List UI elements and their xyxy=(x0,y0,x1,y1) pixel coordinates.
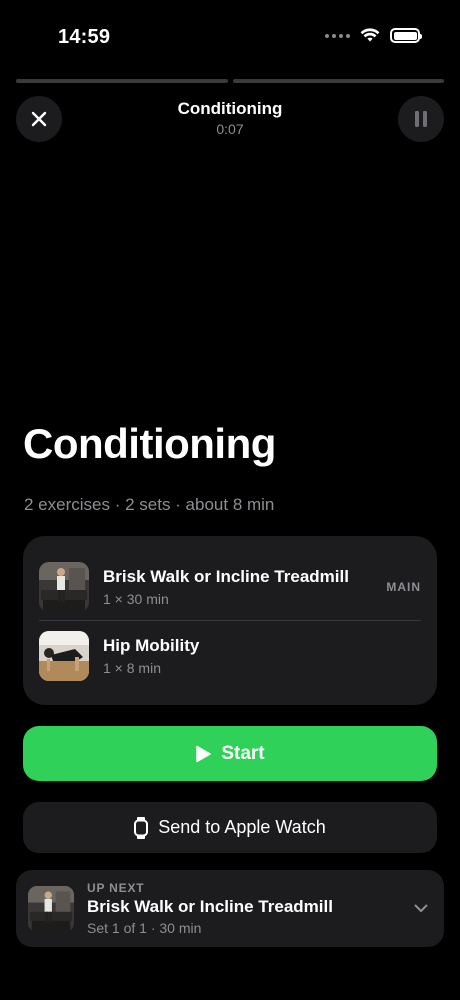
send-to-watch-button[interactable]: Send to Apple Watch xyxy=(23,802,437,853)
progress-segment xyxy=(232,79,444,83)
up-next-exercise-name: Brisk Walk or Incline Treadmill xyxy=(87,897,333,916)
workout-summary: 2 exercises · 2 sets · about 8 min xyxy=(24,495,275,514)
exercise-thumbnail xyxy=(39,562,89,612)
up-next-detail: Set 1 of 1 · 30 min xyxy=(87,920,202,936)
exercise-name: Hip Mobility xyxy=(103,636,200,655)
header-title: Conditioning xyxy=(177,99,283,118)
close-icon xyxy=(31,111,47,127)
start-label: Start xyxy=(221,742,265,764)
chevron-down-icon[interactable] xyxy=(414,904,428,913)
exercise-row[interactable]: Hip Mobility 1 × 8 min xyxy=(39,626,421,686)
up-next-thumbnail xyxy=(28,885,74,932)
send-to-watch-label: Send to Apple Watch xyxy=(158,817,326,837)
up-next-card[interactable]: UP NEXT Brisk Walk or Incline Treadmill … xyxy=(16,870,444,947)
battery-icon xyxy=(390,28,422,43)
pause-button[interactable] xyxy=(398,96,444,142)
exercise-detail: 1 × 8 min xyxy=(103,660,161,676)
divider xyxy=(39,620,421,621)
exercise-thumbnail xyxy=(39,631,89,681)
status-time: 14:59 xyxy=(58,26,111,48)
workout-title: Conditioning xyxy=(23,420,276,467)
play-icon xyxy=(196,745,212,762)
cellular-icon xyxy=(325,33,350,38)
progress-segment xyxy=(16,79,228,83)
exercise-name: Brisk Walk or Incline Treadmill xyxy=(103,567,349,586)
workout-progress-bar xyxy=(16,79,444,83)
status-bar: 14:59 xyxy=(0,0,460,70)
exercise-list-card: Brisk Walk or Incline Treadmill 1 × 30 m… xyxy=(23,536,437,705)
exercise-detail: 1 × 30 min xyxy=(103,591,169,607)
start-button[interactable]: Start xyxy=(23,726,437,781)
close-button[interactable] xyxy=(16,96,62,142)
exercise-row[interactable]: Brisk Walk or Incline Treadmill 1 × 30 m… xyxy=(39,557,421,617)
wifi-icon xyxy=(360,28,380,42)
pause-icon xyxy=(415,111,427,127)
elapsed-timer: 0:07 xyxy=(216,121,244,137)
apple-watch-icon xyxy=(134,816,149,839)
main-tag: MAIN xyxy=(386,580,421,594)
up-next-caption: UP NEXT xyxy=(87,881,145,895)
status-icons xyxy=(325,28,422,43)
